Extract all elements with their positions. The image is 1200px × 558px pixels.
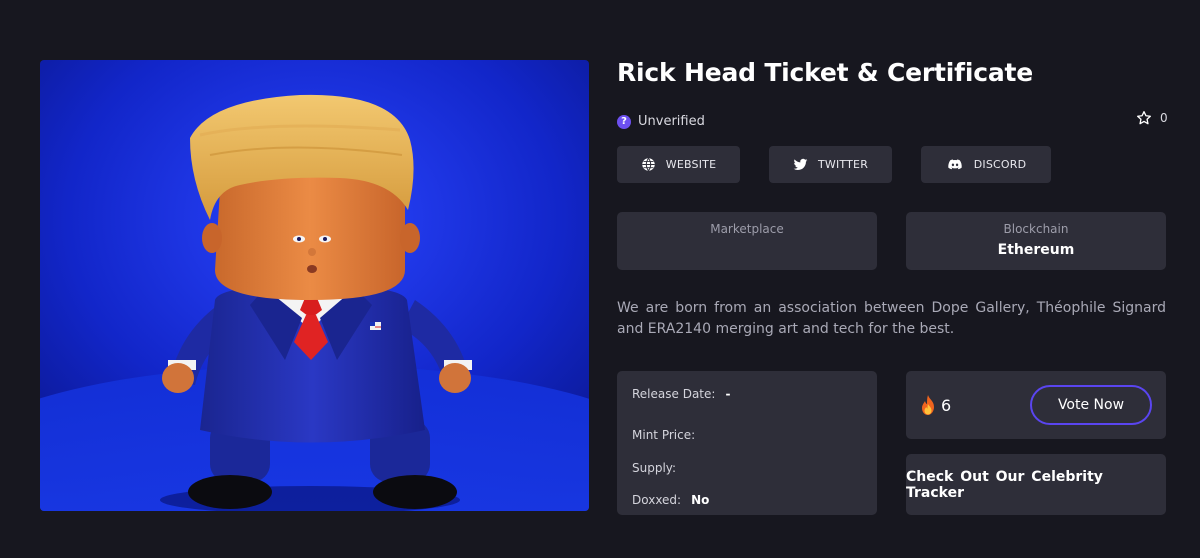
- doxxed-value: No: [691, 493, 710, 508]
- supply-label: Supply:: [632, 460, 677, 475]
- blockchain-card: Blockchain Ethereum: [906, 212, 1166, 270]
- favorite-button[interactable]: 0: [1136, 110, 1168, 126]
- blockchain-value: Ethereum: [997, 242, 1075, 258]
- fire-icon: [922, 395, 934, 415]
- discord-label: DISCORD: [973, 158, 1027, 171]
- release-date-row: Release Date: -: [632, 386, 877, 401]
- globe-icon: [642, 157, 655, 172]
- website-button[interactable]: WEBSITE: [617, 146, 740, 183]
- mint-price-label: Mint Price:: [632, 428, 696, 443]
- details-card: Release Date: - Mint Price: Supply: Doxx…: [617, 371, 877, 515]
- vote-card: 6 Vote Now: [906, 371, 1166, 439]
- website-label: WEBSITE: [665, 158, 717, 171]
- collection-description: We are born from an association between …: [617, 300, 1166, 337]
- doxxed-row: Doxxed: No: [632, 484, 877, 517]
- verification-label: Unverified: [638, 114, 705, 129]
- discord-icon: [947, 159, 962, 170]
- twitter-label: TWITTER: [817, 158, 869, 171]
- vote-count: 6: [941, 396, 952, 415]
- doxxed-label: Doxxed:: [632, 493, 682, 508]
- marketplace-card: Marketplace: [617, 212, 877, 270]
- favorites-count: 0: [1160, 111, 1168, 125]
- release-date-value: -: [725, 386, 731, 401]
- collection-artwork: [40, 60, 589, 511]
- celebrity-tracker-button[interactable]: Check Out Our Celebrity Tracker: [906, 454, 1166, 515]
- blockchain-label: Blockchain: [1003, 222, 1069, 236]
- question-circle-icon: ?: [617, 114, 631, 129]
- star-outline-icon: [1137, 111, 1151, 125]
- mint-price-row: Mint Price:: [632, 419, 877, 452]
- vote-now-button[interactable]: Vote Now: [1030, 385, 1152, 425]
- collection-title: Rick Head Ticket & Certificate: [617, 58, 1034, 87]
- twitter-bird-icon: [793, 158, 808, 171]
- verification-status: ? Unverified: [617, 114, 705, 129]
- discord-button[interactable]: DISCORD: [921, 146, 1051, 183]
- twitter-button[interactable]: TWITTER: [769, 146, 892, 183]
- release-date-label: Release Date:: [632, 386, 716, 401]
- marketplace-label: Marketplace: [710, 222, 784, 236]
- supply-row: Supply:: [632, 452, 877, 485]
